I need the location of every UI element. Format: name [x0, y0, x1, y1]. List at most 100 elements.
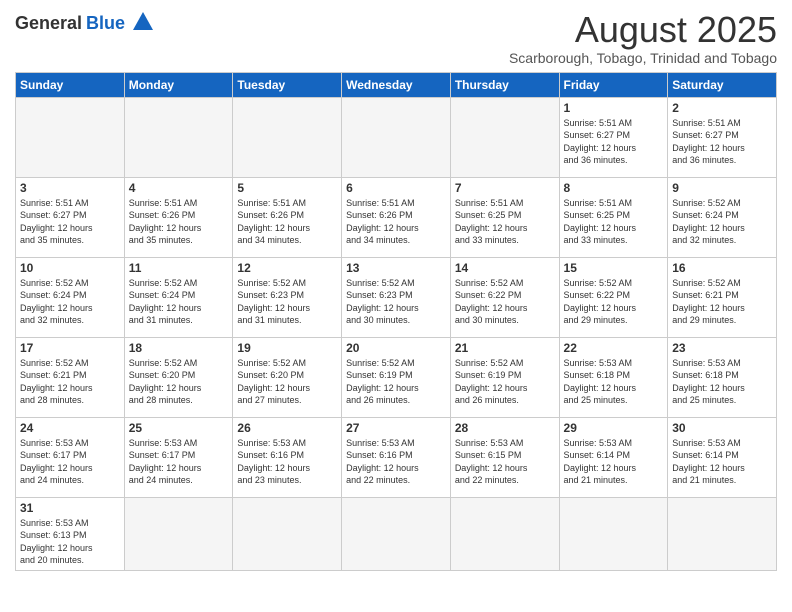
day-info: Sunrise: 5:53 AM Sunset: 6:16 PM Dayligh… [346, 437, 446, 487]
day-info: Sunrise: 5:53 AM Sunset: 6:17 PM Dayligh… [129, 437, 229, 487]
logo-general: General [15, 13, 82, 34]
day-info: Sunrise: 5:52 AM Sunset: 6:22 PM Dayligh… [455, 277, 555, 327]
col-header-thursday: Thursday [450, 72, 559, 97]
day-number: 3 [20, 181, 120, 195]
day-cell [559, 497, 668, 570]
title-area: August 2025 Scarborough, Tobago, Trinida… [509, 10, 777, 66]
day-number: 15 [564, 261, 664, 275]
day-info: Sunrise: 5:52 AM Sunset: 6:19 PM Dayligh… [455, 357, 555, 407]
day-number: 17 [20, 341, 120, 355]
week-row-3: 17Sunrise: 5:52 AM Sunset: 6:21 PM Dayli… [16, 337, 777, 417]
logo-area: General Blue [15, 10, 154, 37]
day-info: Sunrise: 5:52 AM Sunset: 6:21 PM Dayligh… [672, 277, 772, 327]
day-cell: 25 Sunrise: 5:53 AM Sunset: 6:17 PM Dayli… [124, 417, 233, 497]
day-cell: 15Sunrise: 5:52 AM Sunset: 6:22 PM Dayli… [559, 257, 668, 337]
day-cell [450, 97, 559, 177]
day-number: 25 [129, 421, 229, 435]
day-number: 30 [672, 421, 772, 435]
day-info: Sunrise: 5:52 AM Sunset: 6:19 PM Dayligh… [346, 357, 446, 407]
header: General Blue August 2025 Scarborough, To… [15, 10, 777, 66]
month-title: August 2025 [509, 10, 777, 50]
day-cell: 24 Sunrise: 5:53 AM Sunset: 6:17 PM Dayli… [16, 417, 125, 497]
day-info: Sunrise: 5:53 AM Sunset: 6:14 PM Dayligh… [564, 437, 664, 487]
day-cell: 16 Sunrise: 5:52 AM Sunset: 6:21 PM Dayli… [668, 257, 777, 337]
day-info: Sunrise: 5:52 AM Sunset: 6:24 PM Dayligh… [129, 277, 229, 327]
day-number: 27 [346, 421, 446, 435]
day-number: 6 [346, 181, 446, 195]
day-cell: 6 Sunrise: 5:51 AM Sunset: 6:26 PM Daylig… [342, 177, 451, 257]
day-cell: 27 Sunrise: 5:53 AM Sunset: 6:16 PM Dayli… [342, 417, 451, 497]
week-row-2: 10Sunrise: 5:52 AM Sunset: 6:24 PM Dayli… [16, 257, 777, 337]
day-cell: 4 Sunrise: 5:51 AM Sunset: 6:26 PM Daylig… [124, 177, 233, 257]
col-header-sunday: Sunday [16, 72, 125, 97]
day-info: Sunrise: 5:51 AM Sunset: 6:27 PM Dayligh… [672, 117, 772, 167]
day-cell [124, 97, 233, 177]
day-info: Sunrise: 5:53 AM Sunset: 6:14 PM Dayligh… [672, 437, 772, 487]
calendar-table: SundayMondayTuesdayWednesdayThursdayFrid… [15, 72, 777, 571]
day-cell: 10Sunrise: 5:52 AM Sunset: 6:24 PM Dayli… [16, 257, 125, 337]
day-number: 26 [237, 421, 337, 435]
col-header-friday: Friday [559, 72, 668, 97]
day-cell: 26Sunrise: 5:53 AM Sunset: 6:16 PM Dayli… [233, 417, 342, 497]
day-cell: 3 Sunrise: 5:51 AM Sunset: 6:27 PM Daylig… [16, 177, 125, 257]
day-cell [233, 97, 342, 177]
subtitle: Scarborough, Tobago, Trinidad and Tobago [509, 50, 777, 66]
day-cell: 8 Sunrise: 5:51 AM Sunset: 6:25 PM Daylig… [559, 177, 668, 257]
col-header-saturday: Saturday [668, 72, 777, 97]
day-cell: 13 Sunrise: 5:52 AM Sunset: 6:23 PM Dayli… [342, 257, 451, 337]
day-info: Sunrise: 5:52 AM Sunset: 6:23 PM Dayligh… [346, 277, 446, 327]
day-info: Sunrise: 5:53 AM Sunset: 6:15 PM Dayligh… [455, 437, 555, 487]
week-row-4: 24 Sunrise: 5:53 AM Sunset: 6:17 PM Dayli… [16, 417, 777, 497]
day-number: 13 [346, 261, 446, 275]
day-number: 4 [129, 181, 229, 195]
day-info: Sunrise: 5:51 AM Sunset: 6:26 PM Dayligh… [237, 197, 337, 247]
day-number: 29 [564, 421, 664, 435]
day-info: Sunrise: 5:53 AM Sunset: 6:17 PM Dayligh… [20, 437, 120, 487]
day-cell: 31 Sunrise: 5:53 AM Sunset: 6:13 PM Dayli… [16, 497, 125, 570]
day-number: 19 [237, 341, 337, 355]
day-info: Sunrise: 5:51 AM Sunset: 6:27 PM Dayligh… [564, 117, 664, 167]
day-info: Sunrise: 5:53 AM Sunset: 6:18 PM Dayligh… [564, 357, 664, 407]
day-cell: 2 Sunrise: 5:51 AM Sunset: 6:27 PM Daylig… [668, 97, 777, 177]
day-cell: 21 Sunrise: 5:52 AM Sunset: 6:19 PM Dayli… [450, 337, 559, 417]
day-number: 24 [20, 421, 120, 435]
day-info: Sunrise: 5:53 AM Sunset: 6:13 PM Dayligh… [20, 517, 120, 567]
day-info: Sunrise: 5:51 AM Sunset: 6:27 PM Dayligh… [20, 197, 120, 247]
day-number: 22 [564, 341, 664, 355]
day-cell: 11 Sunrise: 5:52 AM Sunset: 6:24 PM Dayli… [124, 257, 233, 337]
day-number: 1 [564, 101, 664, 115]
day-cell [342, 97, 451, 177]
day-cell: 9Sunrise: 5:52 AM Sunset: 6:24 PM Daylig… [668, 177, 777, 257]
col-header-tuesday: Tuesday [233, 72, 342, 97]
day-info: Sunrise: 5:51 AM Sunset: 6:26 PM Dayligh… [129, 197, 229, 247]
day-cell [124, 497, 233, 570]
day-cell: 23Sunrise: 5:53 AM Sunset: 6:18 PM Dayli… [668, 337, 777, 417]
day-number: 14 [455, 261, 555, 275]
day-number: 20 [346, 341, 446, 355]
logo-icon [132, 10, 154, 32]
day-info: Sunrise: 5:52 AM Sunset: 6:20 PM Dayligh… [237, 357, 337, 407]
day-cell: 19 Sunrise: 5:52 AM Sunset: 6:20 PM Dayli… [233, 337, 342, 417]
day-info: Sunrise: 5:51 AM Sunset: 6:26 PM Dayligh… [346, 197, 446, 247]
day-number: 28 [455, 421, 555, 435]
day-number: 31 [20, 501, 120, 515]
day-number: 21 [455, 341, 555, 355]
day-cell [668, 497, 777, 570]
day-number: 11 [129, 261, 229, 275]
col-header-wednesday: Wednesday [342, 72, 451, 97]
day-number: 2 [672, 101, 772, 115]
week-row-1: 3 Sunrise: 5:51 AM Sunset: 6:27 PM Daylig… [16, 177, 777, 257]
day-cell [233, 497, 342, 570]
day-cell: 30 Sunrise: 5:53 AM Sunset: 6:14 PM Dayli… [668, 417, 777, 497]
day-number: 8 [564, 181, 664, 195]
day-cell: 20 Sunrise: 5:52 AM Sunset: 6:19 PM Dayli… [342, 337, 451, 417]
day-cell: 18Sunrise: 5:52 AM Sunset: 6:20 PM Dayli… [124, 337, 233, 417]
day-cell: 5Sunrise: 5:51 AM Sunset: 6:26 PM Daylig… [233, 177, 342, 257]
day-number: 16 [672, 261, 772, 275]
day-info: Sunrise: 5:52 AM Sunset: 6:24 PM Dayligh… [672, 197, 772, 247]
day-cell: 12Sunrise: 5:52 AM Sunset: 6:23 PM Dayli… [233, 257, 342, 337]
day-number: 12 [237, 261, 337, 275]
day-cell [450, 497, 559, 570]
day-cell: 28 Sunrise: 5:53 AM Sunset: 6:15 PM Dayli… [450, 417, 559, 497]
day-info: Sunrise: 5:51 AM Sunset: 6:25 PM Dayligh… [564, 197, 664, 247]
